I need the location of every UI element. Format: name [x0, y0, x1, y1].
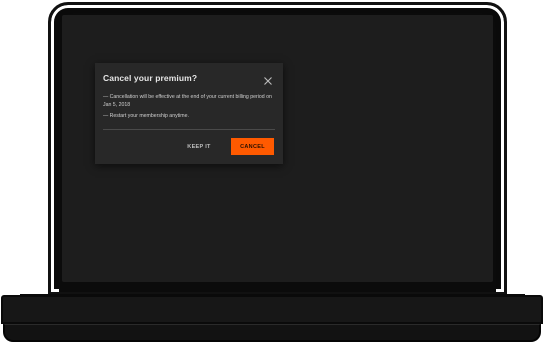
cancel-premium-dialog: Cancel your premium? — Cancellation will…	[95, 63, 283, 164]
dialog-body: — Cancellation will be effective at the …	[103, 94, 279, 125]
laptop-base-bottom	[3, 324, 541, 342]
dialog-line-restart: — Restart your membership anytime.	[103, 113, 189, 120]
close-icon[interactable]	[263, 73, 273, 85]
dialog-divider	[103, 129, 275, 130]
dialog-line-billing: — Cancellation will be effective at the …	[103, 94, 272, 108]
laptop-base	[1, 295, 543, 324]
keep-it-button[interactable]: KEEP IT	[179, 139, 219, 155]
cancel-button[interactable]: CANCEL	[231, 138, 274, 155]
dialog-title: Cancel your premium?	[103, 73, 198, 83]
